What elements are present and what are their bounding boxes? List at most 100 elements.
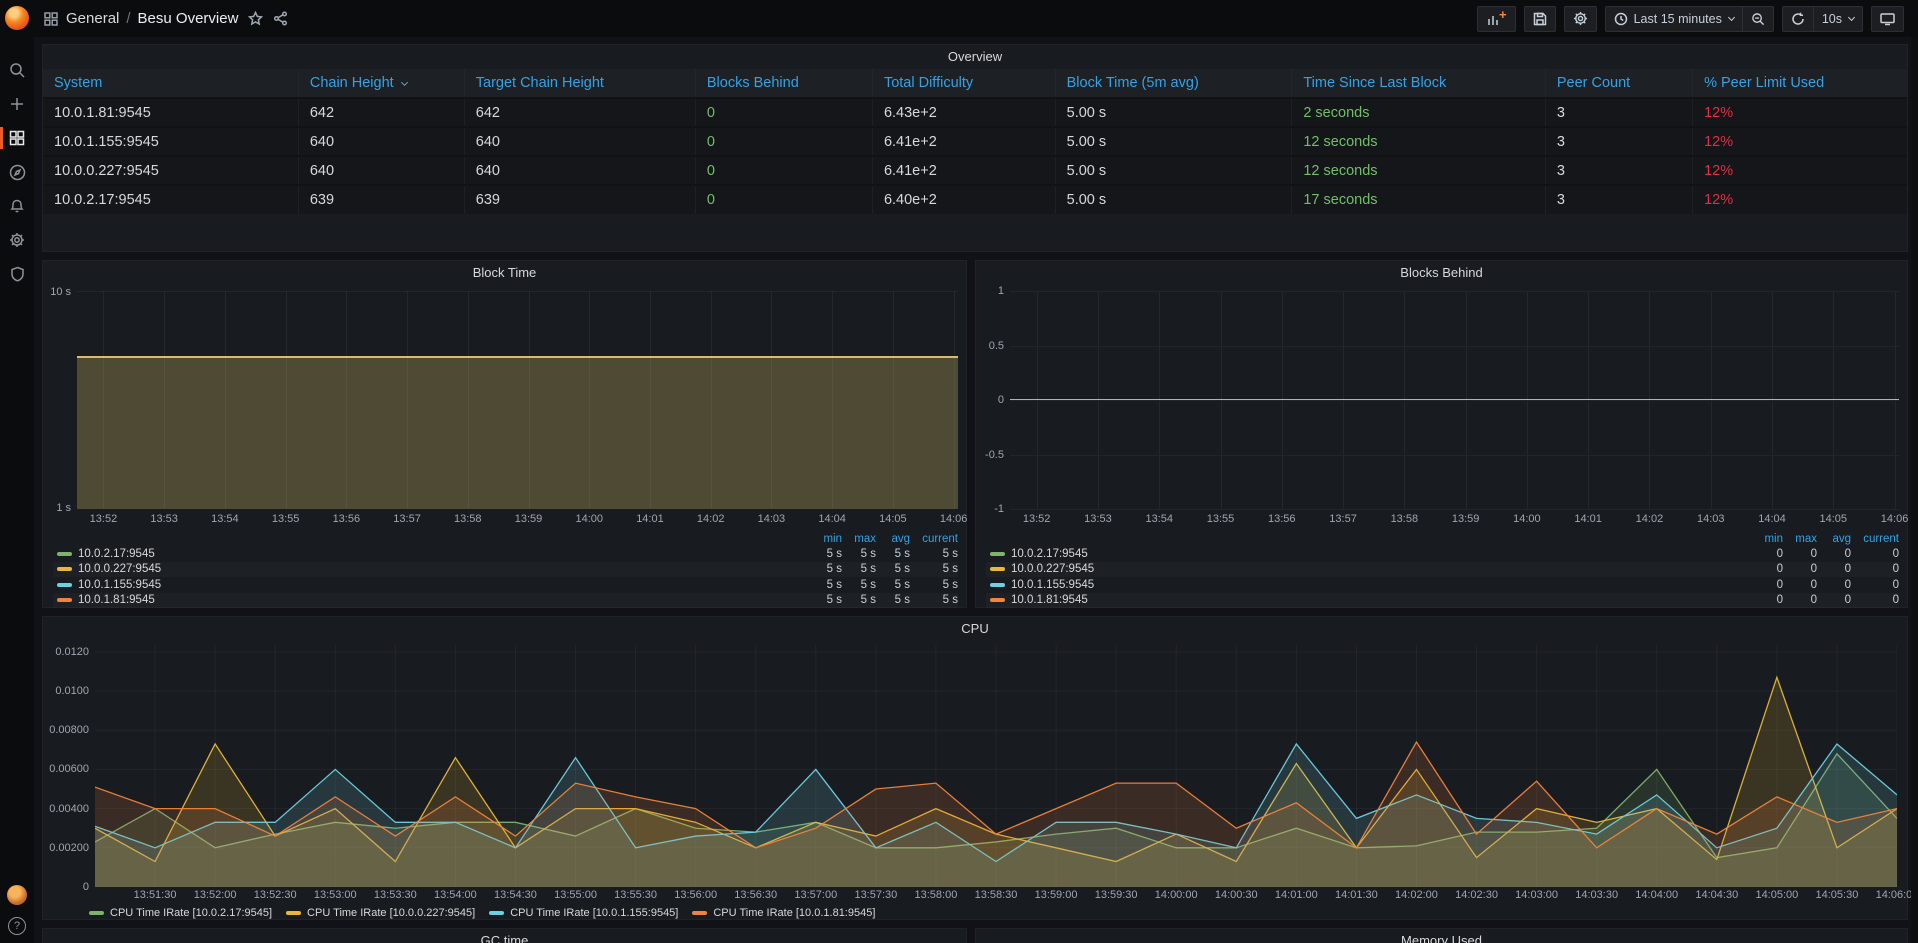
column-header[interactable]: Block Time (5m avg) xyxy=(1055,69,1292,98)
refresh-button[interactable] xyxy=(1782,6,1813,32)
zoom-out-button[interactable] xyxy=(1742,6,1774,32)
legend-row[interactable]: 10.0.1.155:95450000 xyxy=(986,577,1899,593)
column-header[interactable]: Total Difficulty xyxy=(872,69,1055,98)
explore-compass-icon[interactable] xyxy=(3,158,31,186)
x-tick-label: 14:05 xyxy=(879,513,907,525)
panel-title-cpu[interactable]: CPU xyxy=(43,617,1907,641)
panel-title-gc-time[interactable]: GC time xyxy=(43,929,966,943)
x-tick-label: 13:56:00 xyxy=(674,889,717,901)
user-avatar[interactable] xyxy=(7,885,27,905)
x-axis-labels: 13:5213:5313:5413:5513:5613:5713:5813:59… xyxy=(77,513,958,527)
legend-series[interactable]: CPU Time IRate [10.0.2.17:9545] xyxy=(89,907,272,919)
star-icon[interactable] xyxy=(248,11,263,26)
x-tick-label: 14:00:30 xyxy=(1215,889,1258,901)
configuration-gear-icon[interactable] xyxy=(3,226,31,254)
x-tick-label: 13:53:00 xyxy=(314,889,357,901)
legend-row[interactable]: 10.0.1.81:95455 s5 s5 s5 s xyxy=(53,593,958,609)
blocks-behind-plot[interactable] xyxy=(1010,291,1899,509)
table-cell: 17 seconds xyxy=(1292,185,1546,214)
legend-series-name: CPU Time IRate [10.0.0.227:9545] xyxy=(307,907,475,919)
column-header-label: Total Difficulty xyxy=(884,75,973,91)
x-tick-label: 14:06 xyxy=(1881,513,1909,525)
x-tick-label: 14:01 xyxy=(1574,513,1602,525)
add-panel-button[interactable]: + xyxy=(1477,6,1516,32)
legend-value: 5 s xyxy=(808,594,842,606)
column-header[interactable]: Chain Height xyxy=(298,69,464,98)
legend-series-name: CPU Time IRate [10.0.1.155:9545] xyxy=(510,907,678,919)
table-cell: 6.40e+2 xyxy=(872,185,1055,214)
y-tick-label: 0.00800 xyxy=(43,724,89,736)
grid-line-vertical xyxy=(954,291,955,509)
y-tick-label: 0.5 xyxy=(976,340,1004,352)
legend-series-name[interactable]: 10.0.1.155:9545 xyxy=(1011,579,1094,591)
cpu-plot[interactable] xyxy=(95,645,1897,887)
legend-row[interactable]: 10.0.0.227:95450000 xyxy=(986,562,1899,578)
block-time-plot[interactable] xyxy=(77,291,958,509)
share-icon[interactable] xyxy=(273,11,288,26)
column-header[interactable]: System xyxy=(43,69,298,98)
grafana-logo-icon[interactable] xyxy=(5,6,29,30)
kiosk-tv-button[interactable] xyxy=(1871,6,1904,32)
legend-stat-header[interactable]: current xyxy=(1851,533,1899,545)
legend-stat-header[interactable]: max xyxy=(1783,533,1817,545)
dashboards-icon[interactable] xyxy=(3,124,31,152)
legend-value: 0 xyxy=(1783,563,1817,575)
panel-title-overview[interactable]: Overview xyxy=(43,45,1907,69)
time-range-picker[interactable]: Last 15 minutes xyxy=(1605,6,1742,32)
legend-row[interactable]: 10.0.1.155:95455 s5 s5 s5 s xyxy=(53,577,958,593)
legend-series-name[interactable]: 10.0.0.227:9545 xyxy=(78,563,161,575)
alerting-bell-icon[interactable] xyxy=(3,192,31,220)
legend-series[interactable]: CPU Time IRate [10.0.0.227:9545] xyxy=(286,907,475,919)
table-cell: 10.0.1.81:9545 xyxy=(43,98,298,127)
grid-line-horizontal xyxy=(1010,400,1899,401)
legend-row[interactable]: 10.0.2.17:95450000 xyxy=(986,546,1899,562)
refresh-interval-picker[interactable]: 10s xyxy=(1813,6,1863,32)
add-icon[interactable] xyxy=(3,90,31,118)
legend-row[interactable]: 10.0.2.17:95455 s5 s5 s5 s xyxy=(53,546,958,562)
legend-series-name[interactable]: 10.0.1.155:9545 xyxy=(78,579,161,591)
panel-title-block-time[interactable]: Block Time xyxy=(43,261,966,285)
table-cell: 0 xyxy=(695,127,872,156)
legend-stat-header[interactable]: min xyxy=(1749,533,1783,545)
panel-title-memory-used[interactable]: Memory Used xyxy=(976,929,1907,943)
legend-row[interactable]: 10.0.0.227:95455 s5 s5 s5 s xyxy=(53,562,958,578)
legend-stat-header[interactable]: max xyxy=(842,533,876,545)
dashboard-settings-button[interactable] xyxy=(1564,6,1597,32)
legend-series-name[interactable]: 10.0.1.81:9545 xyxy=(1011,594,1088,606)
legend-value: 0 xyxy=(1851,563,1899,575)
breadcrumb-folder[interactable]: General xyxy=(66,10,119,27)
column-header[interactable]: Target Chain Height xyxy=(464,69,695,98)
help-icon[interactable]: ? xyxy=(8,917,26,935)
panel-title-blocks-behind[interactable]: Blocks Behind xyxy=(976,261,1907,285)
column-header[interactable]: Blocks Behind xyxy=(695,69,872,98)
scrollbar-track[interactable] xyxy=(1911,37,1918,943)
time-range-label: Last 15 minutes xyxy=(1634,12,1722,26)
x-tick-label: 14:02:30 xyxy=(1455,889,1498,901)
column-header[interactable]: Peer Count xyxy=(1545,69,1692,98)
table-cell: 5.00 s xyxy=(1055,127,1292,156)
legend-value: 0 xyxy=(1783,579,1817,591)
legend-series-name[interactable]: 10.0.2.17:9545 xyxy=(1011,548,1088,560)
legend-stat-header[interactable]: avg xyxy=(876,533,910,545)
search-icon[interactable] xyxy=(3,56,31,84)
grid-line-vertical xyxy=(103,291,104,509)
legend-series-name[interactable]: 10.0.1.81:9545 xyxy=(78,594,155,606)
legend-series-name[interactable]: 10.0.2.17:9545 xyxy=(78,548,155,560)
save-dashboard-button[interactable] xyxy=(1524,6,1556,32)
x-tick-label: 14:01:00 xyxy=(1275,889,1318,901)
cpu-chart-svg xyxy=(95,645,1897,887)
legend-stat-header[interactable]: min xyxy=(808,533,842,545)
column-header[interactable]: Time Since Last Block xyxy=(1292,69,1546,98)
legend-series[interactable]: CPU Time IRate [10.0.1.155:9545] xyxy=(489,907,678,919)
column-header[interactable]: % Peer Limit Used xyxy=(1693,69,1907,98)
server-admin-shield-icon[interactable] xyxy=(3,260,31,288)
breadcrumb: General / Besu Overview xyxy=(66,10,238,27)
legend-row[interactable]: 10.0.1.81:95450000 xyxy=(986,593,1899,609)
legend-series-name[interactable]: 10.0.0.227:9545 xyxy=(1011,563,1094,575)
legend-stat-header[interactable]: current xyxy=(910,533,958,545)
legend-series[interactable]: CPU Time IRate [10.0.1.81:9545] xyxy=(692,907,875,919)
x-tick-label: 14:04 xyxy=(818,513,846,525)
breadcrumb-dashboard-title[interactable]: Besu Overview xyxy=(138,10,239,27)
legend-stat-header[interactable]: avg xyxy=(1817,533,1851,545)
table-cell: 10.0.0.227:9545 xyxy=(43,156,298,185)
